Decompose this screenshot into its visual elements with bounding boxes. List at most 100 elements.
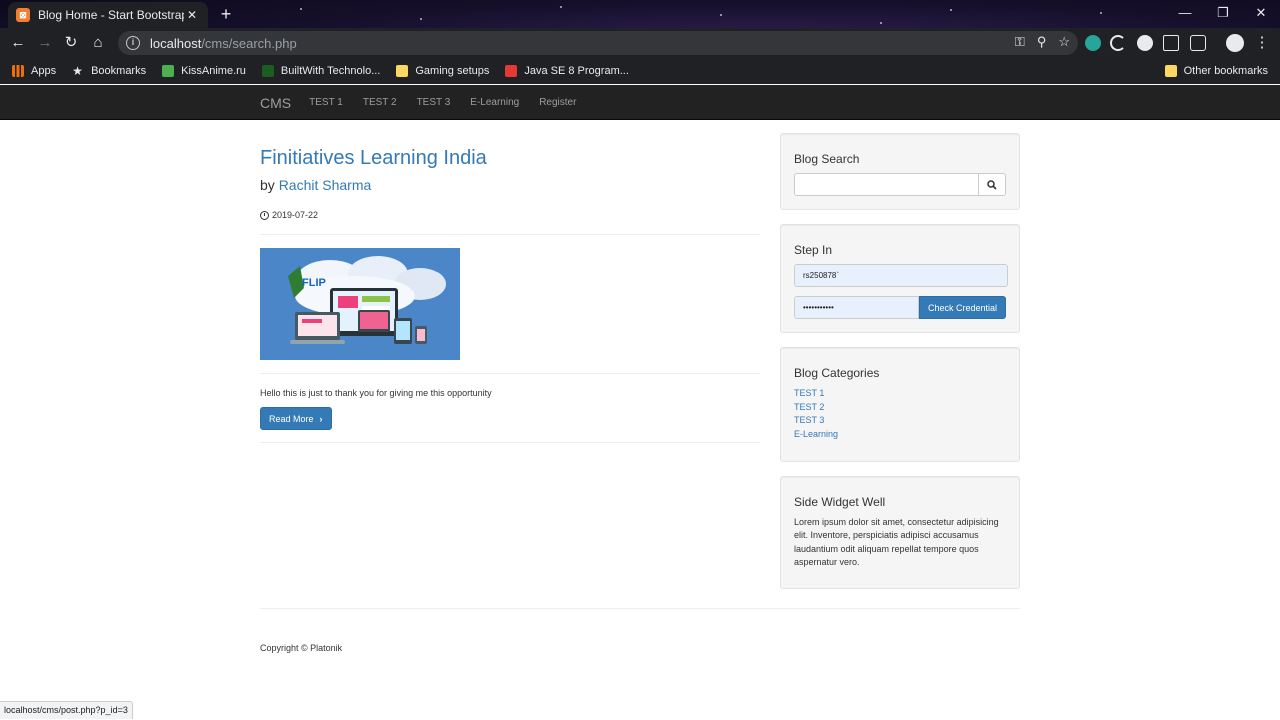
- url-host: localhost: [150, 35, 202, 51]
- chevron-right-icon: ›: [319, 413, 323, 424]
- builtwith-favicon: [261, 65, 274, 77]
- footer-divider: [260, 608, 1020, 609]
- extension-grammarly-icon[interactable]: [1085, 35, 1101, 51]
- category-link[interactable]: TEST 3: [794, 414, 1006, 428]
- search-input[interactable]: [794, 173, 979, 196]
- username-field[interactable]: rs250878`: [794, 264, 1008, 287]
- bookmark-item[interactable]: KissAnime.ru: [162, 61, 246, 81]
- nav-link[interactable]: TEST 2: [363, 97, 397, 108]
- svg-text:FLIP: FLIP: [302, 277, 326, 289]
- clock-icon: [260, 210, 269, 220]
- bookmark-label: Bookmarks: [91, 65, 147, 77]
- side-widget-title: Side Widget Well: [794, 495, 886, 509]
- side-widget-well: Side Widget Well Lorem ipsum dolor sit a…: [780, 476, 1020, 590]
- forward-icon[interactable]: →: [34, 32, 56, 54]
- tab-title: Blog Home - Start Bootstrap Tem: [38, 8, 184, 22]
- address-bar[interactable]: i localhost /cms/search.php ⚿ ⚲ ☆: [118, 31, 1078, 55]
- kissanime-favicon: [162, 65, 175, 77]
- author-link[interactable]: Rachit Sharma: [279, 177, 372, 193]
- category-link[interactable]: TEST 1: [794, 387, 1006, 401]
- nav-link[interactable]: TEST 1: [309, 97, 343, 108]
- bookmark-item[interactable]: BuiltWith Technolo...: [261, 61, 381, 81]
- search-group: [794, 173, 1006, 196]
- menu-kebab-icon[interactable]: ⋮: [1251, 32, 1273, 54]
- post-title[interactable]: Finitiatives Learning India: [260, 147, 760, 170]
- dark-mode-icon[interactable]: [1110, 35, 1126, 51]
- nav-link[interactable]: E-Learning: [470, 97, 519, 108]
- tab-blog-home[interactable]: ⊠ Blog Home - Start Bootstrap Tem ✕: [8, 2, 208, 28]
- close-window-icon[interactable]: ✕: [1242, 0, 1280, 28]
- read-more-button[interactable]: Read More ›: [260, 407, 332, 430]
- status-bar-url: localhost/cms/post.php?p_id=3: [0, 701, 133, 719]
- profile-avatar-icon[interactable]: [1226, 34, 1244, 52]
- post-image[interactable]: FLIP: [260, 248, 460, 360]
- post-date: 2019-07-22: [260, 210, 760, 220]
- blog-search-well: Blog Search: [780, 133, 1020, 210]
- bookmark-item[interactable]: Java SE 8 Program...: [505, 61, 629, 81]
- nav-link[interactable]: TEST 3: [417, 97, 451, 108]
- bookmarks-bar: Apps ★ Bookmarks KissAnime.ru BuiltWith Tech…: [0, 58, 1280, 84]
- side-widget-text: Lorem ipsum dolor sit amet, consectetur …: [794, 517, 999, 567]
- post-date-text: 2019-07-22: [272, 210, 319, 220]
- url-path: /cms/search.php: [201, 35, 297, 51]
- password-field[interactable]: •••••••••••: [794, 296, 919, 319]
- bookmark-item[interactable]: ★ Bookmarks: [72, 61, 146, 81]
- categories-title: Blog Categories: [794, 366, 880, 380]
- login-well: Step In rs250878` ••••••••••• Check Cred…: [780, 224, 1020, 333]
- post-byline: by Rachit Sharma: [260, 177, 760, 193]
- site-navbar: CMS TEST 1 TEST 2 TEST 3 E-Learning Register: [0, 85, 1280, 120]
- blog-search-title: Blog Search: [794, 152, 860, 166]
- tab-strip: ⊠ Blog Home - Start Bootstrap Tem ✕ + — …: [0, 0, 1280, 28]
- extension-speed-icon[interactable]: [1137, 35, 1153, 51]
- minimize-icon[interactable]: —: [1166, 0, 1204, 28]
- search-button[interactable]: [979, 173, 1006, 196]
- other-bookmarks-folder[interactable]: Other bookmarks: [1164, 61, 1268, 81]
- sidebar: Blog Search Step In rs250878` ••••••••••…: [780, 133, 1020, 603]
- footer-copyright: Copyright © Platonik: [260, 643, 343, 653]
- extension-cast-icon[interactable]: [1190, 35, 1206, 51]
- zoom-icon[interactable]: ⚲: [1037, 34, 1047, 50]
- new-tab-button[interactable]: +: [216, 4, 236, 24]
- bookmark-label: Gaming setups: [415, 65, 490, 77]
- bookmark-item[interactable]: Gaming setups: [396, 61, 489, 81]
- nav-link[interactable]: Register: [539, 97, 576, 108]
- maximize-icon[interactable]: ❐: [1204, 0, 1242, 28]
- by-label: by: [260, 177, 275, 193]
- star-bookmark-icon[interactable]: ☆: [1058, 34, 1070, 50]
- home-icon[interactable]: ⌂: [87, 32, 109, 54]
- site-info-icon[interactable]: i: [126, 36, 140, 50]
- apps-grid-icon: [12, 65, 24, 77]
- star-icon: ★: [72, 64, 83, 78]
- category-link[interactable]: E-Learning: [794, 428, 1006, 442]
- divider: [260, 234, 760, 235]
- bookmark-label: KissAnime.ru: [181, 65, 246, 77]
- extension-clipboard-icon[interactable]: [1163, 35, 1179, 51]
- password-group: ••••••••••• Check Credential: [794, 296, 1006, 319]
- xampp-favicon-icon: ⊠: [16, 8, 30, 22]
- close-tab-icon[interactable]: ✕: [184, 8, 200, 22]
- read-more-label: Read More: [269, 413, 314, 424]
- category-link[interactable]: TEST 2: [794, 401, 1006, 415]
- bookmark-label: Java SE 8 Program...: [524, 65, 629, 77]
- oracle-favicon: [505, 65, 518, 77]
- key-icon[interactable]: ⚿: [1015, 34, 1025, 50]
- post-excerpt: Hello this is just to thank you for givi…: [260, 388, 492, 398]
- login-title: Step In: [794, 243, 833, 257]
- bookmark-item[interactable]: Apps: [12, 61, 56, 81]
- other-bookmarks-label: Other bookmarks: [1183, 65, 1268, 77]
- folder-icon: [1164, 65, 1177, 77]
- category-list: TEST 1 TEST 2 TEST 3 E-Learning: [794, 387, 1006, 441]
- post-image-illustration: FLIP: [260, 248, 460, 360]
- bookmark-label: Apps: [31, 65, 57, 77]
- check-credential-button[interactable]: Check Credential: [919, 296, 1006, 319]
- browser-chrome: ⊠ Blog Home - Start Bootstrap Tem ✕ + — …: [0, 0, 1280, 84]
- back-icon[interactable]: ←: [7, 32, 29, 54]
- bookmark-label: BuiltWith Technolo...: [280, 65, 381, 77]
- navbar-brand[interactable]: CMS: [260, 95, 291, 111]
- divider: [260, 373, 760, 374]
- blog-main: Finitiatives Learning India by Rachit Sh…: [260, 120, 760, 443]
- folder-icon: [396, 65, 409, 77]
- divider: [260, 442, 760, 443]
- reload-icon[interactable]: ↻: [60, 32, 82, 54]
- browser-toolbar: ← → ↻ ⌂ i localhost /cms/search.php ⚿ ⚲ …: [0, 28, 1280, 58]
